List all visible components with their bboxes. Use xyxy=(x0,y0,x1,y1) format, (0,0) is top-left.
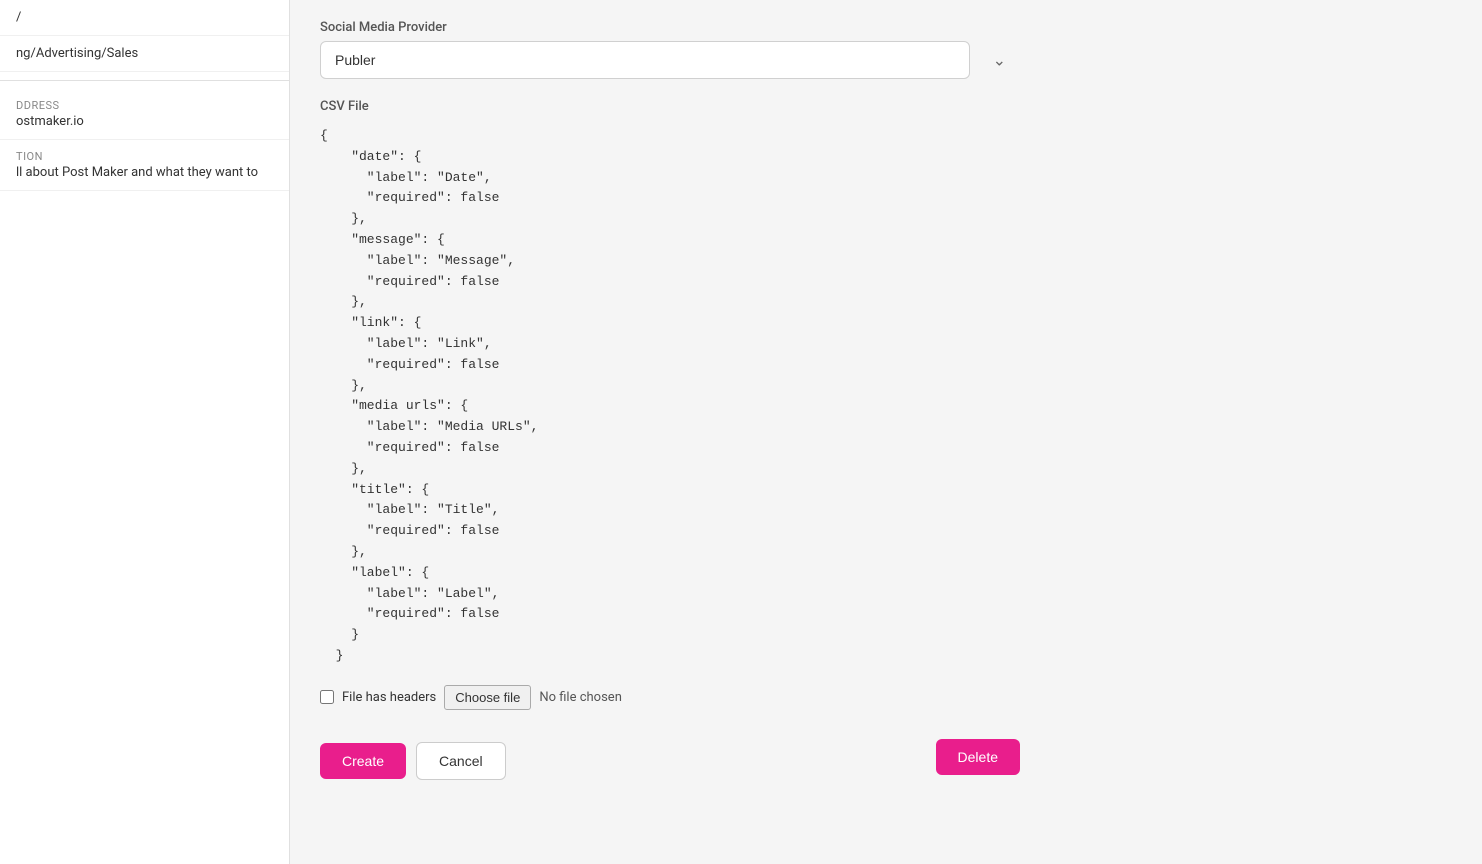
csv-file-label: CSV File xyxy=(320,99,1020,114)
social-media-provider-field: Social Media Provider Publer ⌄ xyxy=(320,20,1020,79)
sidebar-item-2[interactable]: ng/Advertising/Sales xyxy=(0,36,289,72)
sidebar-address-value: ostmaker.io xyxy=(16,114,273,129)
sidebar-description-label: tion xyxy=(16,150,273,163)
sidebar-item-address: ddress ostmaker.io xyxy=(0,89,289,140)
sidebar-divider xyxy=(0,80,289,81)
csv-file-field: CSV File { "date": { "label": "Date", "r… xyxy=(320,99,1020,710)
file-row: File has headers Choose file No file cho… xyxy=(320,685,1020,710)
no-file-chosen-text: No file chosen xyxy=(539,690,622,705)
file-has-headers-checkbox[interactable] xyxy=(320,690,334,704)
cancel-button[interactable]: Cancel xyxy=(416,742,506,780)
create-button[interactable]: Create xyxy=(320,743,406,779)
delete-button[interactable]: Delete xyxy=(936,739,1020,775)
left-actions: Create Cancel xyxy=(320,742,506,780)
actions-row: Create Cancel Delete xyxy=(320,734,1020,780)
csv-code-block: { "date": { "label": "Date", "required":… xyxy=(320,122,1020,671)
sidebar-address-label: ddress xyxy=(16,99,273,112)
main-content: Social Media Provider Publer ⌄ CSV File … xyxy=(290,0,1482,864)
sidebar-item-2-value: ng/Advertising/Sales xyxy=(16,46,138,61)
sidebar-description-value: ll about Post Maker and what they want t… xyxy=(16,165,273,180)
chevron-down-icon: ⌄ xyxy=(993,51,1006,70)
sidebar-item-description: tion ll about Post Maker and what they w… xyxy=(0,140,289,191)
sidebar-item-1-value: / xyxy=(16,10,21,25)
sidebar: / ng/Advertising/Sales ddress ostmaker.i… xyxy=(0,0,290,864)
social-media-provider-label: Social Media Provider xyxy=(320,20,1020,35)
file-has-headers-label: File has headers xyxy=(342,690,436,705)
social-media-provider-wrapper: Publer ⌄ xyxy=(320,41,1020,79)
choose-file-button[interactable]: Choose file xyxy=(444,685,531,710)
form-section: Social Media Provider Publer ⌄ CSV File … xyxy=(320,20,1020,780)
social-media-provider-select[interactable]: Publer xyxy=(320,41,970,79)
sidebar-item-1[interactable]: / xyxy=(0,0,289,36)
